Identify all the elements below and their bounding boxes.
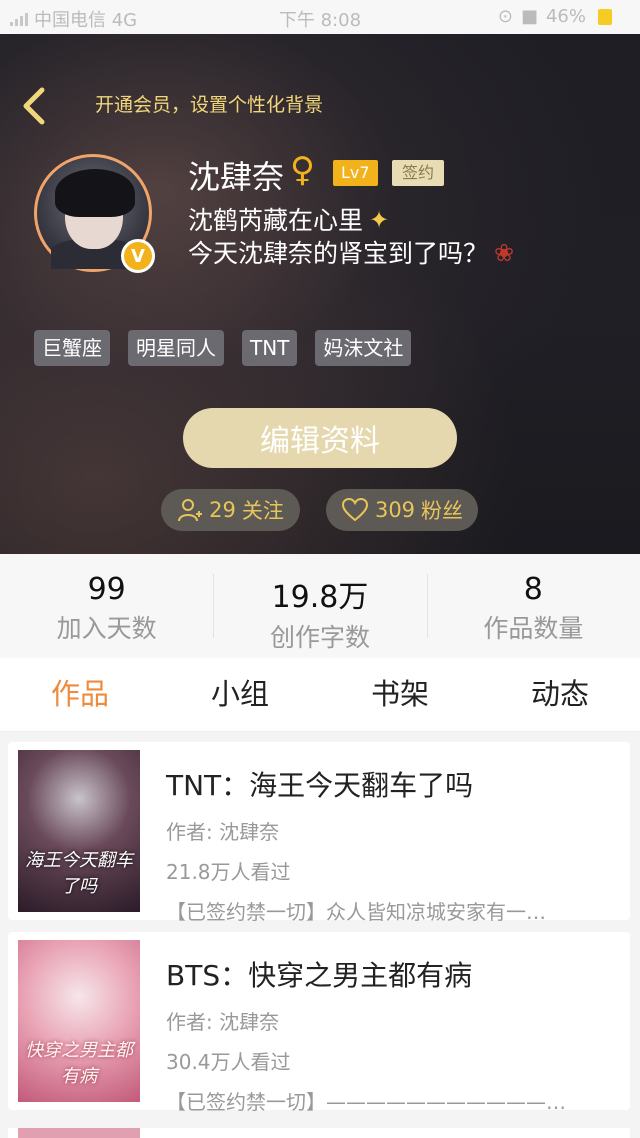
bio-text-2: 今天沈肆奈的肾宝到了吗？: [188, 239, 489, 268]
profile-tabs: 作品 小组 书架 动态: [0, 658, 640, 732]
bio-text-1: 沈鹤芮藏在心里: [188, 206, 364, 235]
vip-banner-link[interactable]: 开通会员，设置个性化背景: [95, 90, 323, 117]
stat-works-count: 8 作品数量: [426, 554, 640, 658]
tab-works[interactable]: 作品: [0, 658, 160, 731]
book-cover-image: 海王今天翻车了吗: [18, 750, 140, 912]
chevron-left-icon: [23, 87, 45, 125]
work-description: 【已签约禁一切】众人皆知凉城安家有一…: [166, 900, 546, 924]
work-views: 21.8万人看过: [166, 860, 291, 884]
fans-label: 粉丝: [421, 499, 464, 523]
stat-join-days: 99 加入天数: [0, 554, 213, 658]
avatar[interactable]: V: [34, 154, 155, 273]
bio-line-2: 今天沈肆奈的肾宝到了吗？ ❀: [188, 237, 514, 270]
tab-groups[interactable]: 小组: [160, 658, 320, 731]
following-label: 关注: [241, 499, 284, 523]
battery-text: 46%: [545, 6, 586, 27]
work-views: 30.4万人看过: [166, 1050, 291, 1074]
heart-icon: [341, 497, 368, 522]
tag-item[interactable]: 妈沫文社: [315, 330, 412, 366]
stat-label: 加入天数: [56, 614, 157, 643]
tag-item[interactable]: 明星同人: [128, 330, 224, 366]
rose-emoji-icon: ❀: [494, 239, 515, 267]
cover-title: 快穿之男主都有病: [25, 1040, 133, 1087]
stat-value: 19.8万: [271, 580, 369, 615]
profile-header: 开通会员，设置个性化背景 V 沈肆奈 ♀ Lv7 签约 沈鹤芮藏在心里 ✦ 今天…: [0, 34, 640, 554]
stat-label: 作品数量: [483, 614, 584, 643]
bio-line-1: 沈鹤芮藏在心里 ✦: [188, 204, 514, 237]
work-card-partial[interactable]: [8, 1128, 630, 1138]
stat-value: 8: [523, 572, 543, 607]
alarm-icon: ■: [520, 6, 538, 27]
add-user-icon: [178, 499, 203, 522]
stats-row: 99 加入天数 19.8万 创作字数 8 作品数量: [0, 554, 640, 658]
work-card[interactable]: 海王今天翻车了吗 TNT：海王今天翻车了吗 作者: 沈肆奈 21.8万人看过 【…: [8, 742, 630, 924]
stat-label: 创作字数: [269, 623, 370, 652]
status-bar: 中国电信 4G 下午 8:08 ⊙ ■ 46%: [0, 0, 640, 34]
status-right: ⊙ ■ 46%: [498, 6, 612, 27]
sparkle-emoji-icon: ✦: [369, 206, 390, 234]
stat-value: 99: [87, 572, 126, 607]
work-author: 作者: 沈肆奈: [166, 820, 280, 844]
stat-word-count: 19.8万 创作字数: [213, 554, 426, 658]
bio: 沈鹤芮藏在心里 ✦ 今天沈肆奈的肾宝到了吗？ ❀: [188, 204, 514, 270]
work-title: BTS：快穿之男主都有病: [166, 959, 473, 992]
book-cover-image: [18, 1128, 140, 1138]
battery-icon: [598, 8, 612, 25]
avatar-hair: [55, 169, 135, 217]
fans-count: 309: [374, 498, 416, 522]
signed-badge: 签约: [392, 160, 445, 186]
username: 沈肆奈: [188, 158, 285, 196]
tab-bookshelf[interactable]: 书架: [320, 658, 480, 731]
book-cover-image: 快穿之男主都有病: [18, 940, 140, 1102]
following-button[interactable]: 29 关注: [161, 489, 300, 531]
verified-badge-icon: V: [121, 239, 155, 273]
work-title: TNT：海王今天翻车了吗: [166, 769, 474, 802]
female-icon: ♀: [290, 150, 315, 190]
work-card[interactable]: 快穿之男主都有病 BTS：快穿之男主都有病 作者: 沈肆奈 30.4万人看过 【…: [8, 932, 630, 1114]
tab-activity[interactable]: 动态: [480, 658, 640, 731]
lock-rotation-icon: ⊙: [497, 6, 513, 27]
fans-button[interactable]: 309 粉丝: [326, 489, 478, 531]
edit-profile-button[interactable]: 编辑资料: [183, 408, 457, 468]
level-badge: Lv7: [333, 160, 378, 186]
tag-list: 巨蟹座 明星同人 TNT 妈沫文社: [34, 330, 412, 366]
tag-item[interactable]: TNT: [242, 330, 298, 366]
back-button[interactable]: [16, 84, 52, 128]
tag-item[interactable]: 巨蟹座: [34, 330, 110, 366]
following-count: 29: [209, 498, 236, 522]
work-author: 作者: 沈肆奈: [166, 1010, 280, 1034]
cover-title: 海王今天翻车了吗: [25, 850, 133, 897]
work-description: 【已签约禁一切】———————————…: [166, 1090, 566, 1114]
